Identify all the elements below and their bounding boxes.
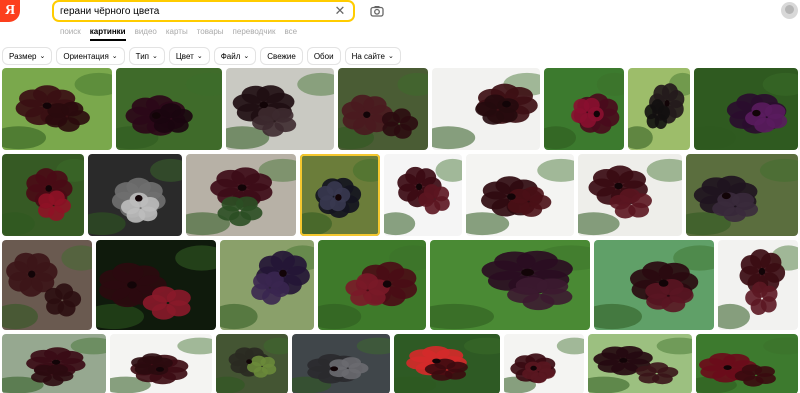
filter-chip[interactable]: Обои — [306, 47, 341, 65]
filter-chip-label: Цвет — [175, 51, 194, 61]
service-tab[interactable]: картинки — [89, 27, 126, 41]
filter-chip-label: Тип — [135, 51, 150, 61]
image-thumbnail[interactable] — [718, 240, 798, 330]
chevron-down-icon: ⌄ — [111, 53, 118, 60]
service-tab[interactable]: переводчик — [233, 27, 276, 36]
image-thumbnail[interactable] — [220, 240, 314, 330]
image-thumbnail[interactable] — [216, 334, 288, 393]
service-tab[interactable]: товары — [197, 27, 224, 36]
service-tab[interactable]: все — [284, 27, 297, 36]
image-thumbnail[interactable] — [2, 240, 92, 330]
image-thumbnail[interactable] — [430, 240, 590, 330]
logo-letter: Я — [4, 3, 16, 18]
image-thumbnail[interactable] — [628, 68, 690, 150]
image-thumbnail[interactable] — [2, 68, 112, 150]
filter-chip[interactable]: Цвет ⌄ — [168, 47, 210, 65]
image-thumbnail[interactable] — [292, 334, 390, 393]
filter-chip-label: На сайте — [351, 51, 385, 61]
camera-icon[interactable] — [370, 4, 384, 18]
filter-chip-label: Размер — [9, 51, 37, 61]
chevron-down-icon: ⌄ — [387, 53, 394, 60]
filter-chip[interactable]: Размер ⌄ — [2, 47, 53, 65]
close-icon[interactable]: ✕ — [333, 3, 347, 18]
image-thumbnail[interactable] — [394, 334, 500, 393]
image-thumbnail[interactable] — [226, 68, 334, 150]
image-thumbnail[interactable] — [594, 240, 714, 330]
filter-chip-label: Файл — [220, 51, 241, 61]
image-thumbnail[interactable] — [300, 154, 380, 236]
image-thumbnail[interactable] — [88, 154, 182, 236]
filter-chip-label: Обои — [313, 51, 334, 61]
chevron-down-icon: ⌄ — [39, 53, 46, 60]
image-thumbnail[interactable] — [696, 334, 798, 393]
yandex-logo[interactable]: Я — [0, 0, 20, 22]
user-avatar[interactable] — [781, 2, 798, 19]
image-thumbnail[interactable] — [186, 154, 296, 236]
service-tab[interactable]: карты — [166, 27, 188, 36]
filter-chip-label: Свежие — [267, 51, 296, 61]
image-thumbnail[interactable] — [2, 154, 84, 236]
filter-chip[interactable]: На сайте ⌄ — [344, 47, 401, 65]
filter-chip[interactable]: Файл ⌄ — [213, 47, 257, 65]
search-input[interactable]: герани чёрного цвета — [60, 6, 333, 17]
search-box[interactable]: герани чёрного цвета ✕ — [52, 0, 355, 22]
chevron-down-icon: ⌄ — [196, 53, 203, 60]
filter-chip[interactable]: Тип ⌄ — [128, 47, 165, 65]
image-thumbnail[interactable] — [544, 68, 624, 150]
chevron-down-icon: ⌄ — [152, 53, 158, 60]
service-tabs: поиск картинки видео карты товары переводчик в… — [60, 27, 297, 41]
image-thumbnail[interactable] — [466, 154, 574, 236]
image-thumbnail[interactable] — [116, 68, 222, 150]
image-thumbnail[interactable] — [588, 334, 692, 393]
filter-bar: Размер ⌄ Ориентация ⌄ Тип ⌄ Цвет ⌄ Файл ⌄ Свежие Об… — [2, 47, 401, 65]
image-thumbnail[interactable] — [318, 240, 426, 330]
service-tab[interactable]: видео — [135, 27, 157, 36]
service-tab[interactable]: поиск — [60, 27, 81, 36]
image-thumbnail[interactable] — [338, 68, 428, 150]
image-thumbnail[interactable] — [384, 154, 462, 236]
image-thumbnail[interactable] — [110, 334, 212, 393]
image-thumbnail[interactable] — [96, 240, 216, 330]
filter-chip[interactable]: Ориентация ⌄ — [56, 47, 125, 65]
filter-chip[interactable]: Свежие — [260, 47, 303, 65]
image-thumbnail[interactable] — [432, 68, 540, 150]
chevron-down-icon: ⌄ — [243, 53, 250, 60]
image-thumbnail[interactable] — [694, 68, 798, 150]
image-thumbnail[interactable] — [686, 154, 798, 236]
image-thumbnail[interactable] — [2, 334, 106, 393]
filter-chip-label: Ориентация — [63, 51, 109, 61]
image-thumbnail[interactable] — [578, 154, 682, 236]
image-thumbnail[interactable] — [504, 334, 584, 393]
